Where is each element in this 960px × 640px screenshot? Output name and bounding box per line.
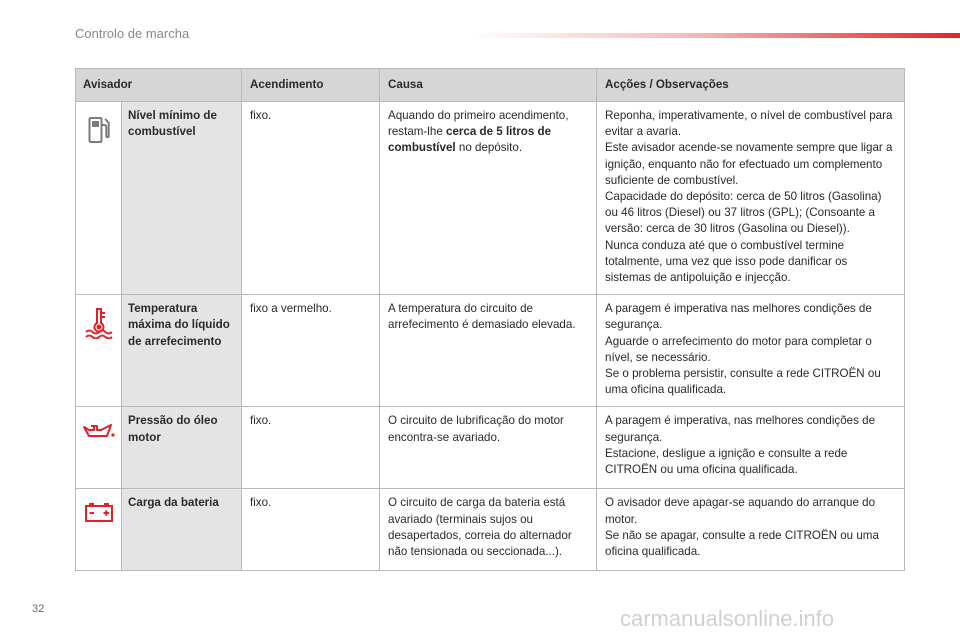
actions-text: A paragem é imperativa nas melhores cond… xyxy=(596,294,905,408)
action-line: Estacione, desligue a ignição e consulte… xyxy=(605,446,848,477)
cause-segment: no depósito. xyxy=(455,141,523,155)
column-header-acendimento: Acendimento xyxy=(241,68,380,102)
page-number: 32 xyxy=(32,603,45,615)
action-line: Se o problema persistir, consulte a rede… xyxy=(605,367,881,397)
cause-text: O circuito de lubrificação do motor enco… xyxy=(379,406,597,490)
lighting-mode: fixo a vermelho. xyxy=(241,294,380,408)
action-line: Capacidade do depósito: cerca de 50 litr… xyxy=(605,190,882,236)
action-line: Nunca conduza até que o combustível term… xyxy=(605,238,848,285)
actions-text: O avisador deve apagar-se aquando do arr… xyxy=(596,488,905,572)
column-header-accoes: Acções / Observações xyxy=(596,68,905,102)
action-line: Reponha, imperativamente, o nível de com… xyxy=(605,109,893,139)
cause-text: Aquando do primeiro acendimento, restam-… xyxy=(379,100,597,296)
warning-name: Nível mínimo de combustível xyxy=(121,100,242,296)
warning-lights-table: Avisador Acendimento Causa Acções / Obse… xyxy=(75,68,905,572)
cause-segment: A temperatura do circuito de arrefecimen… xyxy=(388,302,576,332)
warning-name: Carga da bateria xyxy=(121,488,242,572)
table-row: Temperatura máxima do líquido de arrefec… xyxy=(75,294,905,408)
actions-text: Reponha, imperativamente, o nível de com… xyxy=(596,100,905,296)
page-section-title: Controlo de marcha xyxy=(75,26,190,41)
watermark: carmanualsonline.info xyxy=(620,606,835,631)
action-line: Aguarde o arrefecimento do motor para co… xyxy=(605,334,872,364)
actions-text: A paragem é imperativa, nas melhores con… xyxy=(596,406,905,490)
warning-name: Temperatura máxima do líquido de arrefec… xyxy=(121,294,242,408)
action-line: Se não se apagar, consulte a rede CITROË… xyxy=(605,528,879,559)
cause-text: O circuito de carga da bateria está avar… xyxy=(379,488,597,572)
table-row: Nível mínimo de combustível fixo. Aquand… xyxy=(75,100,905,296)
table-row: Carga da bateria fixo. O circuito de car… xyxy=(75,488,905,572)
action-line: A paragem é imperativa, nas melhores con… xyxy=(605,414,876,444)
action-line: Este avisador acende-se novamente sempre… xyxy=(605,141,893,187)
column-header-avisador: Avisador xyxy=(75,68,242,102)
table-row: Pressão do óleo motor fixo. O circuito d… xyxy=(75,406,905,490)
oil-can-icon xyxy=(82,424,115,438)
header-accent-bar xyxy=(470,33,960,38)
lighting-mode: fixo. xyxy=(241,488,380,572)
action-line: O avisador deve apagar-se aquando do arr… xyxy=(605,496,876,526)
warning-name: Pressão do óleo motor xyxy=(121,406,242,490)
battery-icon xyxy=(84,503,113,523)
cause-segment: O circuito de carga da bateria está avar… xyxy=(388,496,572,559)
coolant-temperature-icon xyxy=(84,308,113,340)
column-header-causa: Causa xyxy=(379,68,597,102)
action-line: A paragem é imperativa nas melhores cond… xyxy=(605,302,872,332)
fuel-pump-icon xyxy=(88,117,110,143)
lighting-mode: fixo. xyxy=(241,406,380,490)
cause-text: A temperatura do circuito de arrefecimen… xyxy=(379,294,597,408)
cause-segment: O circuito de lubrificação do motor enco… xyxy=(388,414,564,444)
lighting-mode: fixo. xyxy=(241,100,380,296)
table-header-row: Avisador Acendimento Causa Acções / Obse… xyxy=(75,68,905,102)
